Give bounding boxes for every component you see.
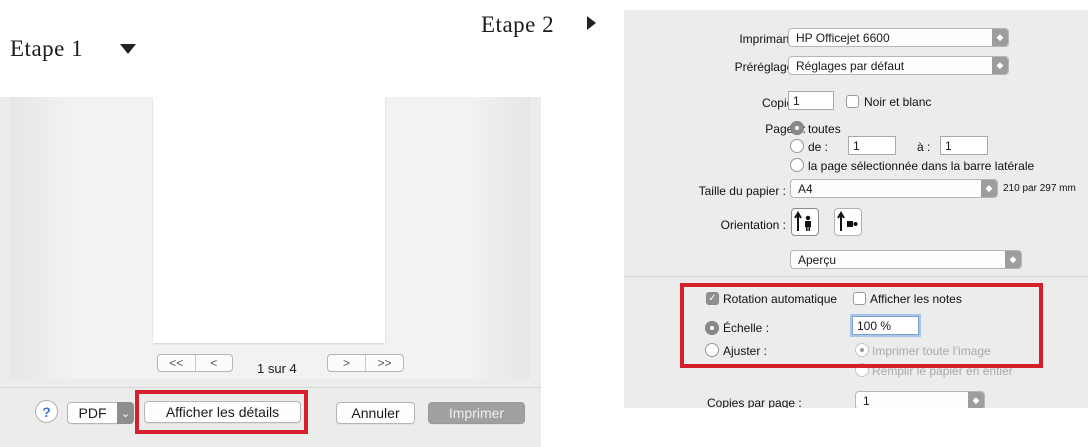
page-nav-forward-group: > >>: [327, 354, 404, 372]
copies-field[interactable]: 1: [788, 91, 834, 110]
pages-to-label: à :: [917, 140, 931, 154]
pdf-button[interactable]: PDF: [67, 402, 118, 424]
section-popup[interactable]: Aperçu ◆: [790, 250, 1022, 269]
highlight-show-details: [135, 390, 308, 434]
pages-sidebar-radio[interactable]: [790, 158, 804, 172]
help-button[interactable]: ?: [35, 400, 58, 423]
pages-sidebar-label: la page sélectionnée dans la barre latér…: [808, 159, 1035, 173]
landscape-orientation-button[interactable]: [834, 208, 862, 236]
updown-arrows-icon: ◆: [968, 392, 984, 408]
copies-per-page-popup[interactable]: 1 ◆: [855, 391, 985, 408]
pdf-menu-chevron-icon[interactable]: ⌄: [117, 402, 134, 424]
next-page-button[interactable]: >: [328, 355, 365, 371]
pages-range-radio[interactable]: [790, 139, 804, 153]
disclosure-down-icon: [120, 44, 136, 54]
step-2-title: Etape 2: [481, 12, 555, 37]
section-popup-value: Aperçu: [798, 252, 837, 267]
step-1-title: Etape 1: [10, 36, 84, 61]
copies-per-page-label: Copies par page :: [707, 396, 802, 408]
copies-per-page-value: 1: [863, 393, 870, 408]
page-nav-back-group: << <: [157, 354, 233, 372]
cancel-button[interactable]: Annuler: [336, 402, 415, 424]
landscape-icon: [837, 211, 858, 231]
updown-arrows-icon: ◆: [1005, 251, 1021, 268]
updown-arrows-icon: ◆: [992, 29, 1008, 46]
presets-value: Réglages par défaut: [796, 58, 905, 73]
section-divider: [624, 276, 1088, 277]
page-counter: 1 sur 4: [257, 361, 297, 376]
pages-from-label: de :: [808, 140, 829, 154]
paper-dimensions: 210 par 297 mm: [1003, 183, 1076, 194]
paper-size-popup[interactable]: A4 ◆: [790, 179, 998, 198]
previous-page-button[interactable]: <: [194, 355, 233, 371]
first-page-button[interactable]: <<: [158, 355, 195, 371]
paper-size-label: Taille du papier :: [698, 184, 786, 198]
updown-arrows-icon: ◆: [992, 57, 1008, 74]
print-button[interactable]: Imprimer: [428, 402, 525, 424]
disclosure-right-icon: [587, 16, 596, 30]
printer-popup[interactable]: HP Officejet 6600 ◆: [788, 28, 1009, 47]
presets-popup[interactable]: Réglages par défaut ◆: [788, 56, 1009, 75]
pages-all-radio[interactable]: [790, 121, 804, 135]
black-white-checkbox[interactable]: [846, 95, 859, 108]
page-preview: [153, 97, 385, 343]
updown-arrows-icon: ◆: [981, 180, 997, 197]
pages-to-field[interactable]: 1: [940, 136, 988, 155]
printer-value: HP Officejet 6600: [796, 30, 890, 45]
orientation-label: Orientation :: [720, 218, 786, 232]
pages-from-field[interactable]: 1: [848, 136, 896, 155]
pages-all-label: toutes: [808, 122, 841, 136]
portrait-icon: [794, 211, 811, 231]
portrait-orientation-button[interactable]: [791, 208, 819, 236]
black-white-label: Noir et blanc: [864, 95, 932, 109]
last-page-button[interactable]: >>: [365, 355, 403, 371]
paper-size-value: A4: [798, 181, 813, 196]
highlight-preview-options: [680, 283, 1043, 368]
